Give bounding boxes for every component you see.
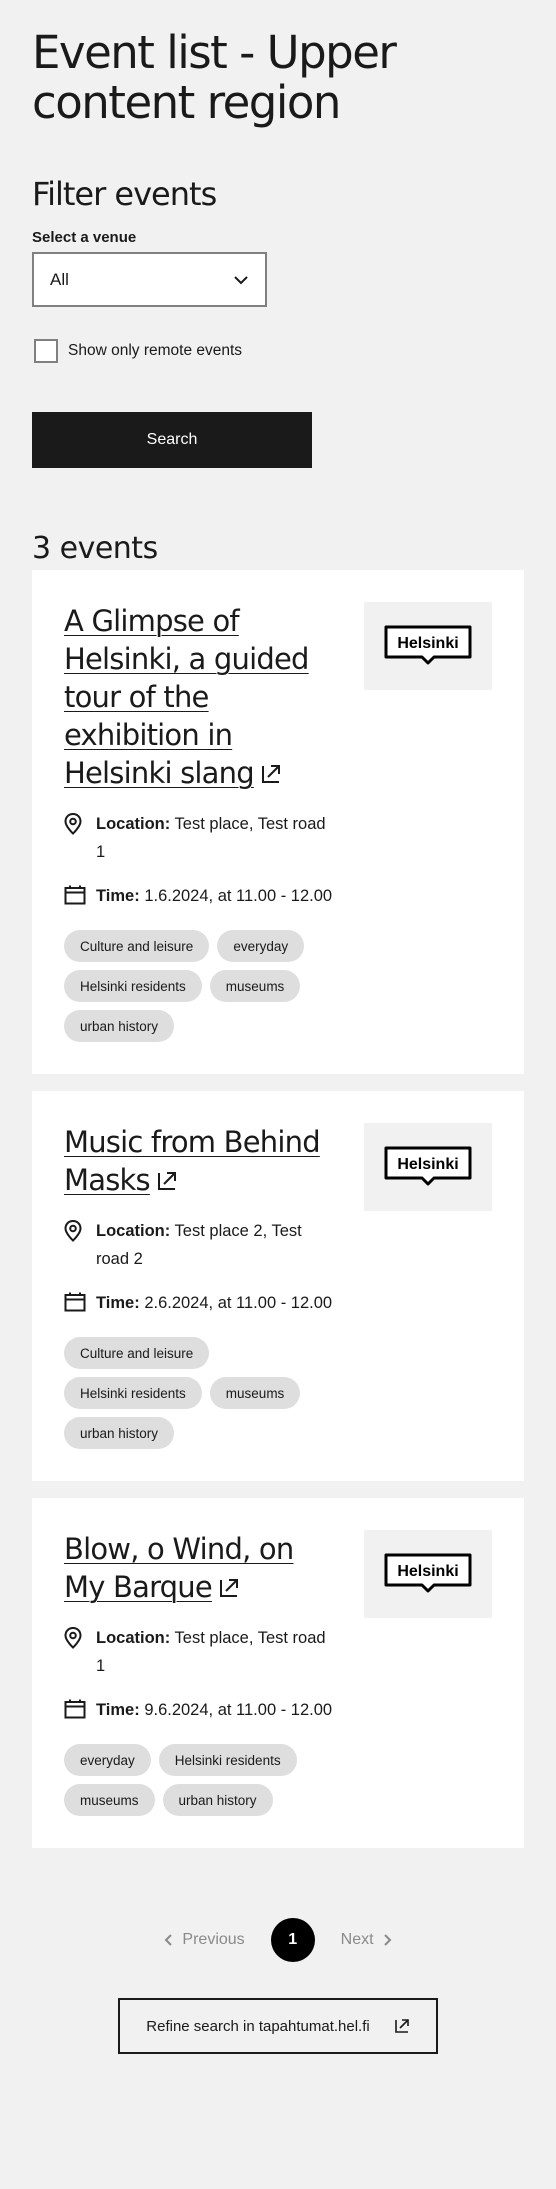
tag: urban history <box>162 1784 273 1816</box>
tag: urban history <box>64 1010 175 1042</box>
next-label: Next <box>340 1931 374 1948</box>
tag: urban history <box>64 1417 175 1449</box>
venue-select-value: All <box>50 269 69 289</box>
remote-events-checkbox[interactable] <box>34 339 58 363</box>
pagination: Previous 1 Next <box>32 1918 524 1962</box>
logo-text: Helsinki <box>397 635 458 652</box>
search-button[interactable]: Search <box>32 412 312 468</box>
event-count: 3 events <box>32 531 158 566</box>
tag: Helsinki residents <box>158 1744 297 1776</box>
event-card: Music from Behind Masks Location: Test p… <box>32 1091 524 1481</box>
event-title-link[interactable]: Music from Behind Masks <box>64 1125 321 1197</box>
tag: Helsinki residents <box>64 1377 202 1409</box>
previous-page-button[interactable]: Previous <box>164 1931 245 1949</box>
helsinki-logo: Helsinki <box>364 602 492 690</box>
tag: everyday <box>64 1744 151 1776</box>
time-value: 9.6.2024, at 11.00 - 12.00 <box>144 1701 333 1719</box>
tag: everyday <box>217 930 305 962</box>
previous-label: Previous <box>182 1931 245 1948</box>
event-card: Blow, o Wind, on My Barque Location: Tes… <box>32 1498 524 1848</box>
chevron-right-icon <box>383 1934 391 1946</box>
location-pin-icon <box>64 810 96 844</box>
location-pin-icon <box>64 1217 96 1251</box>
logo-text: Helsinki <box>397 1563 458 1580</box>
event-card-content: Music from Behind Masks Location: Test p… <box>64 1123 339 1449</box>
tag: museums <box>64 1784 155 1816</box>
location-label: Location: <box>96 1222 171 1240</box>
location-label: Location: <box>96 1629 171 1647</box>
chevron-down-icon <box>233 270 249 290</box>
remote-events-label: Show only remote events <box>68 342 243 359</box>
tag: Helsinki residents <box>64 970 202 1002</box>
time-label: Time: <box>96 1294 140 1312</box>
venue-label: Select a venue <box>32 229 137 246</box>
time-value: 2.6.2024, at 11.00 - 12.00 <box>144 1294 333 1312</box>
event-tags: everyday Helsinki residents museums urban h… <box>64 1744 339 1816</box>
refine-search-label: Refine search in tapahtumat.hel.fi <box>146 2017 370 2035</box>
event-title: Music from Behind Masks <box>64 1125 321 1197</box>
calendar-icon <box>64 882 96 914</box>
page-title: Event list - Upper content region <box>32 26 397 129</box>
external-link-icon <box>260 756 282 794</box>
event-list: A Glimpse of Helsinki, a guided tour of … <box>32 570 524 1848</box>
event-location: Location: Test place, Test road 1 <box>64 1624 339 1680</box>
event-time: Time: 2.6.2024, at 11.00 - 12.00 <box>64 1289 339 1321</box>
chevron-left-icon <box>165 1934 173 1946</box>
event-tags: Culture and leisure Helsinki residents mus… <box>64 1337 339 1449</box>
event-title-link[interactable]: A Glimpse of Helsinki, a guided tour of … <box>64 604 309 790</box>
time-label: Time: <box>96 1701 140 1719</box>
helsinki-logo: Helsinki <box>364 1530 492 1618</box>
event-time: Time: 9.6.2024, at 11.00 - 12.00 <box>64 1696 339 1728</box>
refine-search-link[interactable]: Refine search in tapahtumat.hel.fi <box>118 1998 438 2054</box>
tag: museums <box>209 1377 301 1409</box>
tag: Culture and leisure <box>64 930 210 962</box>
event-card-content: Blow, o Wind, on My Barque Location: Tes… <box>64 1530 339 1816</box>
location-label: Location: <box>96 815 171 833</box>
filter-heading: Filter events <box>32 175 217 213</box>
helsinki-logo: Helsinki <box>364 1123 492 1211</box>
tag: museums <box>209 970 301 1002</box>
event-location: Location: Test place 2, Test road 2 <box>64 1217 339 1273</box>
event-location: Location: Test place, Test road 1 <box>64 810 339 866</box>
calendar-icon <box>64 1289 96 1321</box>
logo-text: Helsinki <box>397 1156 458 1173</box>
time-label: Time: <box>96 887 140 905</box>
event-tags: Culture and leisure everyday Helsinki resi… <box>64 930 339 1042</box>
page: Event list - Upper content region Filter… <box>0 0 556 2189</box>
location-pin-icon <box>64 1624 96 1658</box>
tag: Culture and leisure <box>64 1337 210 1369</box>
event-time: Time: 1.6.2024, at 11.00 - 12.00 <box>64 882 339 914</box>
venue-select[interactable]: All <box>32 252 267 307</box>
calendar-icon <box>64 1696 96 1728</box>
event-title: Blow, o Wind, on My Barque <box>64 1532 294 1604</box>
remote-events-row[interactable]: Show only remote events <box>32 339 524 363</box>
event-card: A Glimpse of Helsinki, a guided tour of … <box>32 570 524 1074</box>
event-card-content: A Glimpse of Helsinki, a guided tour of … <box>64 602 339 1042</box>
event-title-link[interactable]: Blow, o Wind, on My Barque <box>64 1532 294 1604</box>
page-number-current[interactable]: 1 <box>270 1918 315 1962</box>
external-link-icon <box>156 1163 178 1201</box>
time-value: 1.6.2024, at 11.00 - 12.00 <box>144 887 333 905</box>
external-link-icon <box>218 1570 240 1608</box>
external-link-icon <box>394 2019 409 2033</box>
next-page-button[interactable]: Next <box>341 1931 392 1949</box>
